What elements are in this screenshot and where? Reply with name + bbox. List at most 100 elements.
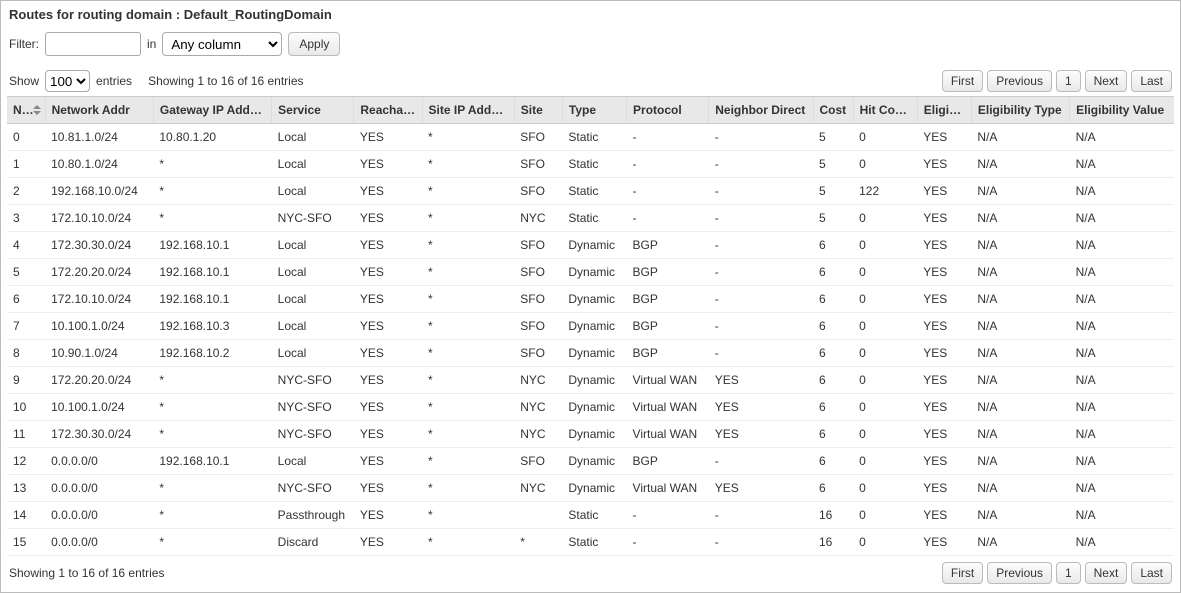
cell-sip: *	[422, 367, 514, 394]
cell-etype: N/A	[971, 124, 1069, 151]
cell-num: 6	[7, 286, 45, 313]
table-row: 3172.10.10.0/24*NYC-SFOYES*NYCStatic--50…	[7, 205, 1174, 232]
cell-proto: Virtual WAN	[627, 394, 709, 421]
table-head: Num Network Addr Gateway IP Address Serv…	[7, 97, 1174, 124]
cell-sip: *	[422, 448, 514, 475]
filter-input[interactable]	[45, 32, 141, 56]
page-next-button[interactable]: Next	[1085, 562, 1128, 584]
cell-elig: YES	[917, 421, 971, 448]
col-type[interactable]: Type	[562, 97, 626, 124]
cell-cost: 6	[813, 448, 853, 475]
page-size-select[interactable]: 100	[45, 70, 90, 92]
col-eligible[interactable]: Eligible	[917, 97, 971, 124]
cell-type: Dynamic	[562, 421, 626, 448]
col-hit-count[interactable]: Hit Count	[853, 97, 917, 124]
cell-type: Dynamic	[562, 313, 626, 340]
pager-bottom: First Previous 1 Next Last	[942, 562, 1172, 584]
cell-num: 2	[7, 178, 45, 205]
cell-svc: Local	[272, 151, 354, 178]
cell-site: NYC	[514, 475, 562, 502]
cell-proto: -	[627, 178, 709, 205]
cell-sip: *	[422, 178, 514, 205]
table-toolbar-top: Show 100 entries Showing 1 to 16 of 16 e…	[9, 70, 1172, 92]
cell-sip: *	[422, 232, 514, 259]
cell-sip: *	[422, 502, 514, 529]
cell-hit: 0	[853, 502, 917, 529]
cell-hit: 122	[853, 178, 917, 205]
cell-nd: YES	[709, 421, 813, 448]
cell-svc: NYC-SFO	[272, 367, 354, 394]
cell-svc: NYC-SFO	[272, 421, 354, 448]
col-reachable[interactable]: Reachable	[354, 97, 422, 124]
cell-net: 0.0.0.0/0	[45, 529, 153, 556]
cell-cost: 6	[813, 232, 853, 259]
filter-column-select[interactable]: Any column	[162, 32, 282, 56]
cell-elig: YES	[917, 502, 971, 529]
cell-nd: YES	[709, 394, 813, 421]
col-cost[interactable]: Cost	[813, 97, 853, 124]
cell-sip: *	[422, 529, 514, 556]
cell-proto: BGP	[627, 340, 709, 367]
page-last-button[interactable]: Last	[1131, 70, 1172, 92]
cell-cost: 6	[813, 286, 853, 313]
cell-gw: *	[153, 475, 271, 502]
col-eligibility-value[interactable]: Eligibility Value	[1070, 97, 1174, 124]
cell-hit: 0	[853, 529, 917, 556]
col-protocol[interactable]: Protocol	[627, 97, 709, 124]
cell-sip: *	[422, 394, 514, 421]
cell-svc: Local	[272, 178, 354, 205]
showing-text: Showing 1 to 16 of 16 entries	[148, 74, 303, 88]
cell-site: SFO	[514, 124, 562, 151]
cell-type: Dynamic	[562, 232, 626, 259]
table-row: 140.0.0.0/0*PassthroughYES*Static--160YE…	[7, 502, 1174, 529]
cell-gw: *	[153, 502, 271, 529]
cell-num: 9	[7, 367, 45, 394]
cell-eval: N/A	[1070, 340, 1174, 367]
entries-label: entries	[96, 74, 132, 88]
cell-hit: 0	[853, 421, 917, 448]
page-last-button[interactable]: Last	[1131, 562, 1172, 584]
cell-sip: *	[422, 286, 514, 313]
page-first-button[interactable]: First	[942, 562, 983, 584]
cell-cost: 5	[813, 178, 853, 205]
cell-cost: 16	[813, 502, 853, 529]
table-row: 150.0.0.0/0*DiscardYES**Static--160YESN/…	[7, 529, 1174, 556]
cell-net: 172.30.30.0/24	[45, 421, 153, 448]
col-site[interactable]: Site	[514, 97, 562, 124]
page-prev-button[interactable]: Previous	[987, 562, 1052, 584]
cell-eval: N/A	[1070, 178, 1174, 205]
cell-sip: *	[422, 124, 514, 151]
cell-svc: NYC-SFO	[272, 205, 354, 232]
cell-reach: YES	[354, 394, 422, 421]
cell-net: 0.0.0.0/0	[45, 475, 153, 502]
col-neighbor-direct[interactable]: Neighbor Direct	[709, 97, 813, 124]
page-first-button[interactable]: First	[942, 70, 983, 92]
page-prev-button[interactable]: Previous	[987, 70, 1052, 92]
col-num[interactable]: Num	[7, 97, 45, 124]
cell-num: 15	[7, 529, 45, 556]
col-site-ip[interactable]: Site IP Address	[422, 97, 514, 124]
col-service[interactable]: Service	[272, 97, 354, 124]
page-1-button[interactable]: 1	[1056, 70, 1081, 92]
page-1-button[interactable]: 1	[1056, 562, 1081, 584]
col-eligibility-type[interactable]: Eligibility Type	[971, 97, 1069, 124]
apply-button[interactable]: Apply	[288, 32, 340, 56]
cell-elig: YES	[917, 340, 971, 367]
cell-num: 10	[7, 394, 45, 421]
cell-net: 10.90.1.0/24	[45, 340, 153, 367]
cell-hit: 0	[853, 448, 917, 475]
cell-gw: 10.80.1.20	[153, 124, 271, 151]
cell-sip: *	[422, 259, 514, 286]
cell-cost: 6	[813, 340, 853, 367]
page-next-button[interactable]: Next	[1085, 70, 1128, 92]
col-gateway-ip[interactable]: Gateway IP Address	[153, 97, 271, 124]
panel-title-domain: Default_RoutingDomain	[184, 7, 332, 22]
cell-svc: Local	[272, 124, 354, 151]
cell-proto: -	[627, 529, 709, 556]
cell-num: 7	[7, 313, 45, 340]
cell-etype: N/A	[971, 313, 1069, 340]
sort-icon	[33, 105, 41, 115]
cell-hit: 0	[853, 475, 917, 502]
col-network-addr[interactable]: Network Addr	[45, 97, 153, 124]
cell-nd: -	[709, 448, 813, 475]
